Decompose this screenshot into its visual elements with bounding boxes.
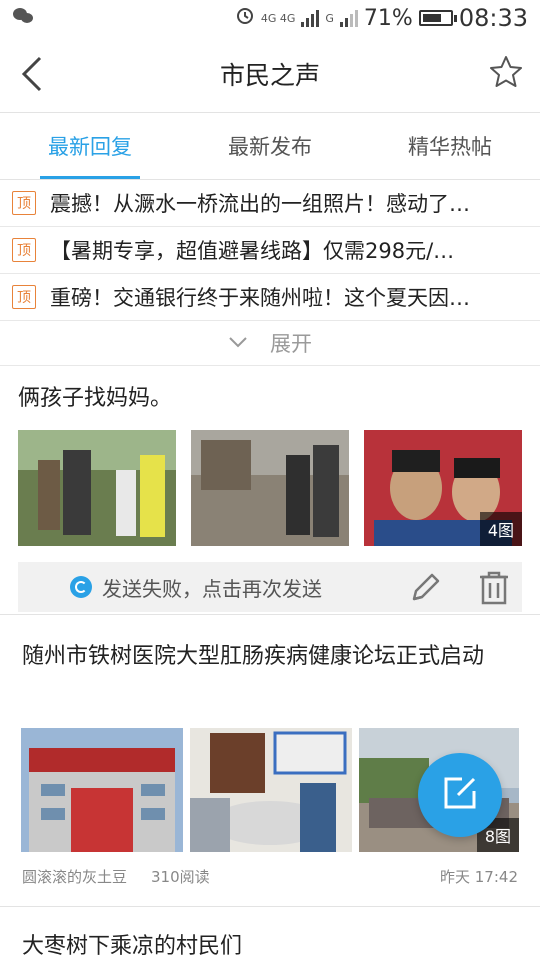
alarm-icon	[235, 5, 255, 31]
battery-icon	[418, 10, 457, 26]
favorite-star-icon[interactable]	[488, 54, 524, 90]
battery-percent: 71%	[363, 5, 413, 31]
trash-icon[interactable]	[476, 569, 512, 611]
post-title[interactable]: 俩孩子找妈妈。	[0, 366, 540, 416]
network-type-label-2: G	[325, 11, 334, 25]
send-failed-bar[interactable]: 发送失败，点击再次发送	[18, 562, 522, 612]
post-image[interactable]: 4图	[364, 430, 522, 546]
expand-button[interactable]: 展开	[0, 321, 540, 366]
post-image[interactable]	[190, 728, 352, 852]
post-image[interactable]	[191, 430, 349, 546]
signal-icon-2	[339, 9, 358, 27]
signal-icon	[301, 9, 320, 27]
clock: 08:33	[458, 4, 528, 32]
image-count-badge: 4图	[479, 512, 522, 546]
send-failed-text: 发送失败，点击再次发送	[102, 576, 322, 601]
post-title[interactable]: 随州市铁树医院大型肛肠疾病健康论坛正式启动	[22, 640, 522, 674]
post-meta: 圆滚滚的灰土豆 310阅读 昨天 17:42	[22, 866, 518, 887]
tab-bar: 最新回复 最新发布 精华热帖	[0, 113, 540, 180]
title-bar: 市民之声	[0, 36, 540, 113]
page-title: 市民之声	[219, 61, 320, 90]
post-image[interactable]	[18, 430, 176, 546]
status-bar: 4G 4G G 71% 08:33	[0, 0, 540, 36]
post-read-count: 310阅读	[151, 868, 210, 886]
network-type-label: 4G 4G	[260, 11, 296, 25]
edit-pencil-icon[interactable]	[408, 571, 444, 609]
pinned-badge: 顶	[12, 285, 36, 309]
pinned-post-title: 【暑期专享，超值避暑线路】仅需298元/…	[50, 239, 455, 263]
expand-label: 展开	[270, 332, 312, 356]
pinned-post[interactable]: 顶 震撼！从㵐水一桥流出的一组照片！感动了…	[0, 180, 540, 227]
pinned-badge: 顶	[12, 238, 36, 262]
post-author[interactable]: 圆滚滚的灰土豆	[22, 866, 127, 887]
tab-latest-replies[interactable]: 最新回复	[0, 113, 180, 179]
pinned-badge: 顶	[12, 191, 36, 215]
retry-icon	[70, 576, 92, 598]
post-image[interactable]	[21, 728, 183, 852]
post-title[interactable]: 大枣树下乘凉的村民们	[22, 930, 242, 964]
pinned-post-title: 重磅！交通银行终于来随州啦！这个夏天因…	[50, 286, 470, 310]
chevron-down-icon	[228, 331, 248, 355]
tab-latest-posts[interactable]: 最新发布	[180, 113, 360, 179]
pinned-post-title: 震撼！从㵐水一桥流出的一组照片！感动了…	[50, 192, 470, 216]
post-time: 昨天 17:42	[440, 868, 518, 886]
pinned-post[interactable]: 顶 重磅！交通银行终于来随州啦！这个夏天因…	[0, 274, 540, 321]
back-arrow-icon[interactable]	[14, 54, 54, 94]
compose-post-button[interactable]	[418, 753, 502, 837]
compose-icon	[440, 773, 480, 817]
wechat-icon	[12, 7, 34, 29]
pinned-post[interactable]: 顶 【暑期专享，超值避暑线路】仅需298元/…	[0, 227, 540, 274]
tab-featured-posts[interactable]: 精华热帖	[360, 113, 540, 179]
